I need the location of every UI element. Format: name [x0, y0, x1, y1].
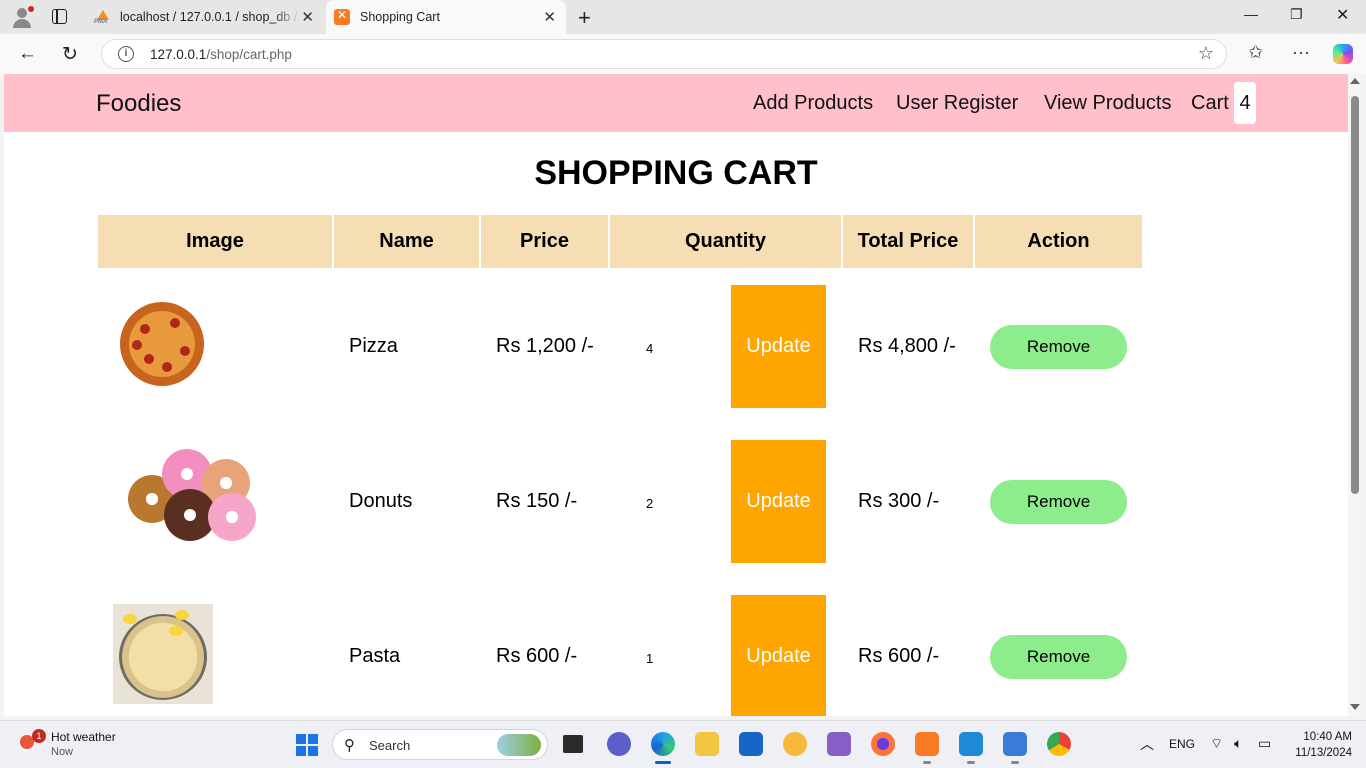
page-title: SHOPPING CART — [534, 154, 818, 192]
clock-date: 11/13/2024 — [1295, 747, 1352, 759]
notification-badge: 1 — [32, 729, 46, 743]
chrome-icon[interactable] — [1047, 732, 1071, 756]
tab-actions-icon[interactable] — [52, 9, 67, 24]
tab-shopping-cart[interactable]: Shopping Cart ✕ — [326, 0, 566, 34]
wifi-icon[interactable]: ⌔ — [1210, 735, 1223, 753]
copilot-icon[interactable] — [1333, 44, 1353, 64]
microsoft-store-icon[interactable] — [739, 732, 763, 756]
quantity-value[interactable]: 4 — [646, 341, 653, 356]
tab-title: localhost / 127.0.0.1 / shop_db / c — [120, 10, 300, 24]
firefox-icon[interactable] — [871, 732, 895, 756]
close-window-icon[interactable]: ✕ — [1336, 5, 1349, 25]
search-highlight-image — [497, 734, 541, 756]
language-indicator[interactable]: ENG — [1169, 737, 1195, 751]
more-menu-icon[interactable]: ··· — [1292, 42, 1310, 63]
phpmyadmin-icon: PMA — [94, 9, 110, 25]
favorites-icon[interactable]: ✩ — [1248, 42, 1263, 63]
tab-strip: PMA localhost / 127.0.0.1 / shop_db / c … — [0, 0, 1366, 34]
column-header-action: Action — [975, 215, 1142, 268]
search-icon: ⚲ — [344, 737, 355, 754]
total-price: Rs 300 /- — [858, 490, 940, 512]
chevron-up-icon[interactable]: ︿ — [1140, 734, 1154, 754]
file-explorer-icon[interactable] — [695, 732, 719, 756]
nav-add-products[interactable]: Add Products — [753, 92, 873, 115]
clock-time: 10:40 AM — [1303, 731, 1352, 743]
maximize-icon[interactable]: ❐ — [1290, 6, 1303, 23]
volume-icon[interactable]: 🔈︎ — [1234, 735, 1242, 752]
site-navbar: Foodies Add Products User Register View … — [4, 74, 1348, 132]
product-name: Pasta — [349, 645, 401, 667]
column-header-price: Price — [481, 215, 608, 268]
address-bar: ← ↻ i 127.0.0.1/shop/cart.php ☆ ✩ ··· — [0, 34, 1366, 74]
update-button[interactable]: Update — [731, 440, 826, 563]
column-header-name: Name — [334, 215, 479, 268]
site-info-icon[interactable]: i — [118, 46, 134, 62]
xampp-taskbar-icon[interactable] — [915, 732, 939, 764]
weather-subtitle: Now — [51, 746, 74, 758]
xampp-icon — [334, 8, 350, 25]
weather-title: Hot weather — [51, 730, 116, 744]
cart-count-badge: 4 — [1234, 82, 1256, 124]
product-name: Donuts — [349, 490, 413, 512]
scrollbar-thumb[interactable] — [1351, 96, 1359, 494]
quantity-value[interactable]: 2 — [646, 496, 653, 511]
pizza-image — [120, 302, 204, 386]
url-text: 127.0.0.1/shop/cart.php — [150, 47, 292, 62]
site-brand[interactable]: Foodies — [96, 90, 181, 118]
pasta-image — [113, 604, 213, 704]
minimize-icon[interactable]: — — [1244, 6, 1258, 22]
nav-cart[interactable]: Cart — [1191, 92, 1229, 115]
quantity-value[interactable]: 1 — [646, 651, 653, 666]
favorite-star-icon[interactable]: ☆ — [1198, 43, 1214, 64]
scroll-up-icon[interactable] — [1350, 78, 1360, 84]
remove-button[interactable]: Remove — [990, 635, 1127, 679]
start-icon[interactable] — [296, 734, 318, 756]
edge-icon[interactable] — [651, 732, 675, 764]
vscode-icon[interactable] — [959, 732, 983, 764]
total-price: Rs 600 /- — [858, 645, 940, 667]
column-header-total-price: Total Price — [843, 215, 973, 268]
remove-button[interactable]: Remove — [990, 480, 1127, 524]
tab-title: Shopping Cart — [360, 10, 440, 24]
url-field[interactable]: i 127.0.0.1/shop/cart.php ☆ — [101, 39, 1227, 69]
page-viewport: Foodies Add Products User Register View … — [4, 74, 1348, 716]
close-tab-icon[interactable]: ✕ — [543, 8, 556, 26]
weather-widget[interactable]: 1 Hot weather Now — [20, 729, 150, 761]
total-price: Rs 4,800 /- — [858, 335, 956, 357]
product-price: Rs 1,200 /- — [496, 335, 594, 357]
column-header-image: Image — [98, 215, 332, 268]
battery-icon[interactable]: ▭ — [1258, 735, 1271, 752]
update-button[interactable]: Update — [731, 285, 826, 408]
refresh-icon[interactable]: ↻ — [62, 43, 78, 66]
donuts-image — [124, 449, 264, 544]
tab-phpmyadmin[interactable]: PMA localhost / 127.0.0.1 / shop_db / c … — [84, 0, 324, 34]
visual-studio-icon[interactable] — [827, 732, 851, 756]
back-icon[interactable]: ← — [18, 43, 37, 65]
product-price: Rs 600 /- — [496, 645, 578, 667]
norton-icon[interactable] — [783, 732, 807, 756]
task-view-icon[interactable] — [563, 735, 583, 753]
taskbar-search[interactable]: ⚲ Search — [332, 729, 548, 760]
teams-chat-icon[interactable] — [607, 732, 631, 756]
page-scrollbar[interactable] — [1348, 74, 1362, 716]
scroll-down-icon[interactable] — [1350, 704, 1360, 710]
profile-icon[interactable] — [11, 6, 34, 28]
column-header-quantity: Quantity — [610, 215, 841, 268]
search-placeholder: Search — [369, 738, 411, 753]
notepad-icon[interactable] — [1003, 732, 1027, 764]
taskbar: 1 Hot weather Now ⚲ Search ︿ ENG ⌔ 🔈︎ ▭ … — [0, 720, 1366, 768]
remove-button[interactable]: Remove — [990, 325, 1127, 369]
update-button[interactable]: Update — [731, 595, 826, 716]
close-tab-icon[interactable]: ✕ — [301, 8, 314, 26]
product-name: Pizza — [349, 335, 398, 357]
clock[interactable]: 10:40 AM 11/13/2024 — [1288, 729, 1352, 761]
nav-user-register[interactable]: User Register — [896, 92, 1018, 115]
new-tab-icon[interactable]: + — [578, 5, 591, 31]
product-price: Rs 150 /- — [496, 490, 578, 512]
nav-view-products[interactable]: View Products — [1044, 92, 1171, 115]
